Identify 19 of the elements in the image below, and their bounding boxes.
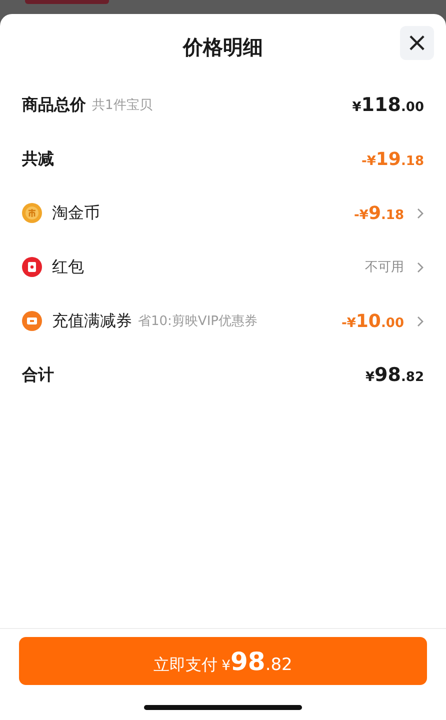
status-text: 不可用 bbox=[365, 259, 404, 276]
row-label: 共减 bbox=[22, 148, 54, 170]
row-label: 商品总价 bbox=[22, 94, 86, 116]
voucher-icon bbox=[22, 311, 42, 331]
sheet-title: 价格明细 bbox=[183, 34, 263, 60]
close-button[interactable]: × bbox=[400, 26, 434, 60]
row-label: 淘金币 bbox=[52, 202, 100, 224]
price: ¥98.82 bbox=[365, 364, 424, 386]
row-label: 红包 bbox=[52, 256, 84, 278]
coin-icon bbox=[22, 203, 42, 223]
price: -¥19.18 bbox=[361, 148, 424, 170]
price: ¥118.00 bbox=[352, 94, 424, 116]
row-note: 省10:剪映VIP优惠券 bbox=[138, 313, 258, 330]
price: -¥10.00 bbox=[341, 310, 404, 332]
price: -¥9.18 bbox=[354, 202, 404, 224]
row-label: 合计 bbox=[22, 364, 54, 386]
row-note: 共1件宝贝 bbox=[92, 97, 152, 114]
row-label: 充值满减券 bbox=[52, 310, 132, 332]
envelope-icon bbox=[22, 257, 42, 277]
